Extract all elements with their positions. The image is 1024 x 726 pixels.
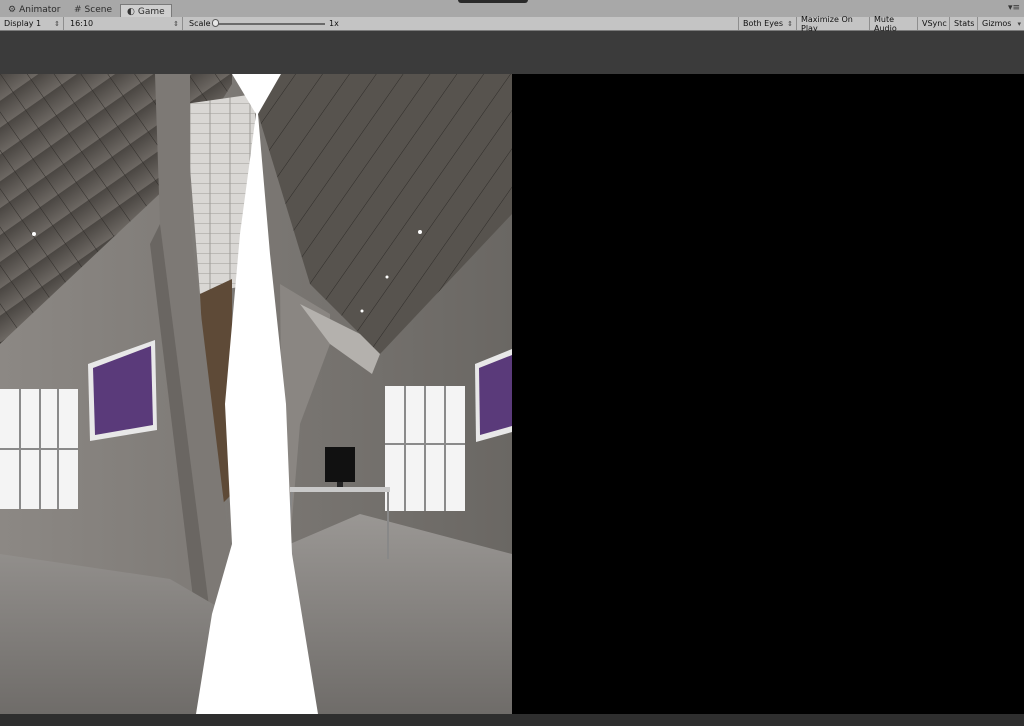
- editor-tab-bar: ⚙ Animator # Scene ◐ Game ▾≡: [0, 0, 1024, 18]
- stats-toggle[interactable]: Stats: [950, 17, 978, 30]
- mute-audio-label: Mute Audio: [874, 14, 897, 33]
- animator-icon: ⚙: [8, 5, 17, 15]
- display-dropdown-label: Display 1: [4, 19, 42, 28]
- game-view-bottom-edge: [0, 714, 1024, 726]
- tab-animator-label: Animator: [19, 5, 61, 15]
- scene-grid-icon: #: [74, 5, 82, 15]
- dropdown-arrow-icon: ⇕: [54, 19, 60, 28]
- vsync-label: VSync: [922, 19, 947, 28]
- dropdown-arrow-icon: ⇕: [787, 19, 793, 28]
- right-eye-render: [512, 74, 1024, 714]
- aspect-dropdown[interactable]: 16:10 ⇕: [66, 17, 183, 30]
- left-window: [0, 389, 78, 509]
- dropdown-arrow-icon: ▾: [1017, 19, 1021, 28]
- aspect-dropdown-label: 16:10: [70, 19, 94, 28]
- right-window: [385, 386, 465, 511]
- eyes-dropdown[interactable]: Both Eyes ⇕: [738, 17, 797, 30]
- gizmos-dropdown[interactable]: Gizmos ▾: [978, 17, 1024, 30]
- tab-scene-label: Scene: [84, 5, 112, 15]
- right-painting: [475, 349, 512, 442]
- tab-scene[interactable]: # Scene: [68, 3, 118, 17]
- window-notch: [458, 0, 528, 3]
- panel-menu-icon[interactable]: ▾≡: [1008, 3, 1020, 13]
- scale-value: 1x: [329, 19, 339, 28]
- tab-game[interactable]: ◐ Game: [120, 4, 172, 18]
- stats-label: Stats: [954, 19, 975, 28]
- scale-label: Scale: [189, 19, 211, 28]
- room-scene-render: [0, 74, 512, 714]
- vsync-toggle[interactable]: VSync: [918, 17, 950, 30]
- tab-animator[interactable]: ⚙ Animator: [2, 3, 66, 17]
- game-render-viewport[interactable]: [0, 74, 1024, 714]
- game-view-toolbar: Display 1 ⇕ 16:10 ⇕ Scale 1x Both Eyes ⇕…: [0, 14, 1024, 33]
- display-dropdown[interactable]: Display 1 ⇕: [0, 17, 64, 30]
- dropdown-arrow-icon: ⇕: [173, 19, 179, 28]
- mute-audio-toggle[interactable]: Mute Audio: [870, 14, 918, 33]
- eyes-dropdown-label: Both Eyes: [743, 19, 784, 28]
- gizmos-label: Gizmos: [982, 19, 1012, 28]
- maximize-on-play-toggle[interactable]: Maximize On Play: [797, 14, 870, 33]
- tab-game-label: Game: [137, 6, 165, 17]
- scale-slider-track[interactable]: [215, 23, 325, 25]
- game-icon: ◐: [127, 6, 135, 17]
- left-eye-render: [0, 74, 512, 714]
- scale-slider-thumb[interactable]: [212, 19, 219, 27]
- maximize-on-play-label: Maximize On Play: [801, 14, 853, 33]
